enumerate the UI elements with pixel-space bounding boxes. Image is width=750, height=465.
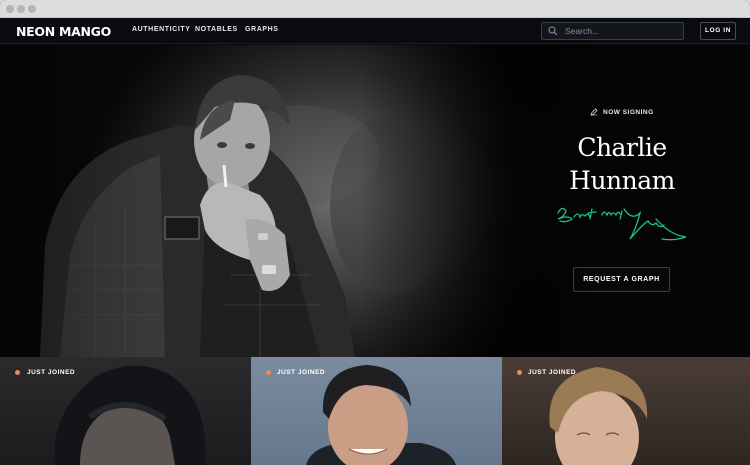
status-dot (15, 370, 20, 375)
status-dot (517, 370, 522, 375)
just-joined-row: JUST JOINED JUST JOINED JUST JOINED (0, 357, 750, 465)
status-dot (266, 370, 271, 375)
search-input[interactable] (565, 24, 677, 38)
celebrity-last-name: Hunnam (569, 166, 675, 195)
now-signing-label: NOW SIGNING (603, 109, 654, 116)
search-icon (548, 26, 558, 36)
just-joined-label: JUST JOINED (27, 369, 76, 376)
just-joined-label: JUST JOINED (277, 369, 326, 376)
celebrity-card[interactable]: JUST JOINED (0, 357, 251, 465)
window-chrome (0, 0, 750, 18)
pen-signing-icon (590, 108, 598, 116)
request-graph-button[interactable]: REQUEST A GRAPH (573, 267, 670, 292)
nav-link-graphs[interactable]: GRAPHS (245, 26, 279, 33)
site-logo[interactable]: NEON MANGO (16, 24, 111, 39)
search-box[interactable] (541, 22, 684, 40)
autograph-signature-image (557, 207, 687, 241)
just-joined-label: JUST JOINED (528, 369, 577, 376)
nav-link-notables[interactable]: NOTABLES (195, 26, 238, 33)
window-close-dot[interactable] (6, 5, 14, 13)
window-maximize-dot[interactable] (28, 5, 36, 13)
browser-window: NEON MANGO AUTHENTICITY NOTABLES GRAPHS … (0, 0, 750, 465)
celebrity-name[interactable]: Charlie Hunnam (562, 131, 682, 197)
hero-banner: NOW SIGNING Charlie Hunnam REQUEST A GRA… (0, 45, 750, 357)
window-minimize-dot[interactable] (17, 5, 25, 13)
celebrity-first-name: Charlie (577, 133, 667, 162)
nav-link-authenticity[interactable]: AUTHENTICITY (132, 26, 191, 33)
login-button[interactable]: LOG IN (700, 22, 736, 40)
celebrity-card[interactable]: JUST JOINED (251, 357, 502, 465)
top-nav: NEON MANGO AUTHENTICITY NOTABLES GRAPHS … (0, 18, 750, 44)
celebrity-card[interactable]: JUST JOINED (502, 357, 750, 465)
